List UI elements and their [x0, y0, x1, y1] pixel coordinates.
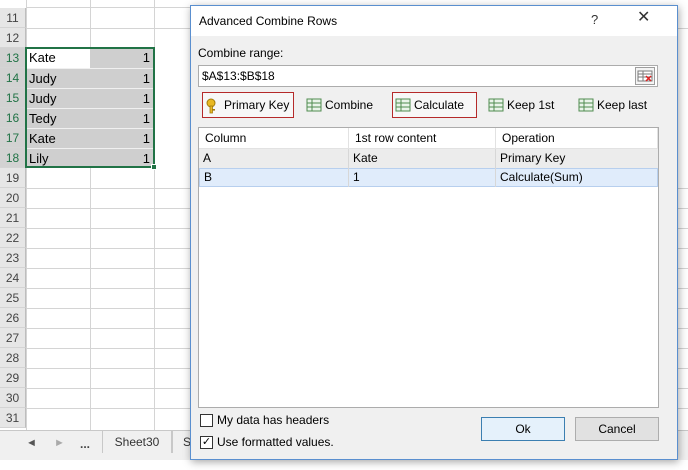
- row-header[interactable]: 19: [0, 168, 26, 188]
- row-header[interactable]: 18: [0, 148, 26, 168]
- tab-partial[interactable]: S: [172, 431, 192, 453]
- row-header[interactable]: 31: [0, 408, 26, 428]
- row-header[interactable]: 25: [0, 288, 26, 308]
- row-header[interactable]: 23: [0, 248, 26, 268]
- table-cell: A: [199, 149, 349, 168]
- table-cell: Calculate(Sum): [500, 170, 583, 184]
- tab-ellipsis[interactable]: ...: [80, 437, 90, 451]
- row-header[interactable]: 29: [0, 368, 26, 388]
- column-header-operation[interactable]: Operation: [496, 128, 658, 149]
- calculate-icon: [395, 98, 411, 112]
- row-header[interactable]: 21: [0, 208, 26, 228]
- table-row[interactable]: A Kate Primary Key: [199, 149, 658, 168]
- combine-range-label: Combine range:: [198, 46, 284, 60]
- column-operations-table: Column 1st row content Operation A Kate …: [198, 127, 659, 408]
- combine-button[interactable]: Combine: [304, 92, 380, 118]
- keep-first-label: Keep 1st: [507, 98, 555, 112]
- formatted-values-label: Use formatted values.: [217, 435, 334, 449]
- combine-range-input[interactable]: $A$13:$B$18: [198, 65, 658, 87]
- dialog-title: Advanced Combine Rows: [199, 14, 338, 28]
- row-header[interactable]: 14: [0, 68, 26, 88]
- keep-first-icon: [488, 98, 504, 112]
- row-header[interactable]: 16: [0, 108, 26, 128]
- advanced-combine-rows-dialog: Advanced Combine Rows ? ✕ Combine range:…: [190, 5, 678, 460]
- keep-last-icon: [578, 98, 594, 112]
- tab-next-icon[interactable]: ►: [54, 437, 65, 449]
- row-header[interactable]: 11: [0, 8, 26, 28]
- combine-label: Combine: [325, 98, 374, 112]
- row-header[interactable]: 22: [0, 228, 26, 248]
- row-header[interactable]: 12: [0, 28, 26, 48]
- row-header[interactable]: 13: [0, 48, 26, 68]
- row-header[interactable]: 24: [0, 268, 26, 288]
- row-header[interactable]: 20: [0, 188, 26, 208]
- calculate-label: Calculate: [414, 98, 465, 112]
- row-header[interactable]: 27: [0, 328, 26, 348]
- table-row[interactable]: B 1 Calculate(Sum): [199, 168, 658, 187]
- column-header-strip: [26, 0, 190, 8]
- combine-icon: [306, 98, 322, 112]
- dialog-titlebar[interactable]: Advanced Combine Rows ? ✕: [191, 6, 677, 36]
- column-header-column[interactable]: Column: [199, 128, 349, 149]
- has-headers-label: My data has headers: [217, 413, 330, 427]
- row-header[interactable]: 17: [0, 128, 26, 148]
- table-cell: Kate: [349, 149, 496, 168]
- has-headers-option[interactable]: My data has headers: [200, 413, 329, 427]
- calculate-button[interactable]: Calculate: [392, 92, 477, 118]
- help-button[interactable]: ?: [591, 12, 598, 27]
- close-icon[interactable]: ✕: [637, 10, 650, 26]
- fill-handle[interactable]: [151, 164, 157, 170]
- row-header[interactable]: 15: [0, 88, 26, 108]
- range-select-icon[interactable]: [635, 67, 655, 85]
- row-header[interactable]: 26: [0, 308, 26, 328]
- key-icon: [205, 98, 221, 114]
- table-cell: 1: [349, 168, 496, 187]
- row-header[interactable]: 28: [0, 348, 26, 368]
- keep-last-button[interactable]: Keep last: [576, 92, 666, 118]
- tab-sheet30[interactable]: Sheet30: [102, 431, 172, 453]
- tab-prev-icon[interactable]: ◄: [26, 437, 37, 449]
- formatted-values-checkbox[interactable]: ✓: [200, 435, 213, 449]
- column-header-first-row-content[interactable]: 1st row content: [349, 128, 496, 149]
- primary-key-button[interactable]: Primary Key: [202, 92, 294, 118]
- primary-key-label: Primary Key: [224, 98, 290, 112]
- has-headers-checkbox[interactable]: [200, 413, 213, 427]
- ok-button[interactable]: Ok: [481, 417, 565, 441]
- table-cell: B: [200, 168, 349, 187]
- keep-last-label: Keep last: [597, 98, 648, 112]
- selection-border: [25, 47, 155, 168]
- keep-first-button[interactable]: Keep 1st: [486, 92, 566, 118]
- cancel-button[interactable]: Cancel: [575, 417, 659, 441]
- formatted-values-option[interactable]: ✓ Use formatted values.: [200, 435, 334, 449]
- table-cell: Primary Key: [500, 151, 566, 165]
- row-header[interactable]: 30: [0, 388, 26, 408]
